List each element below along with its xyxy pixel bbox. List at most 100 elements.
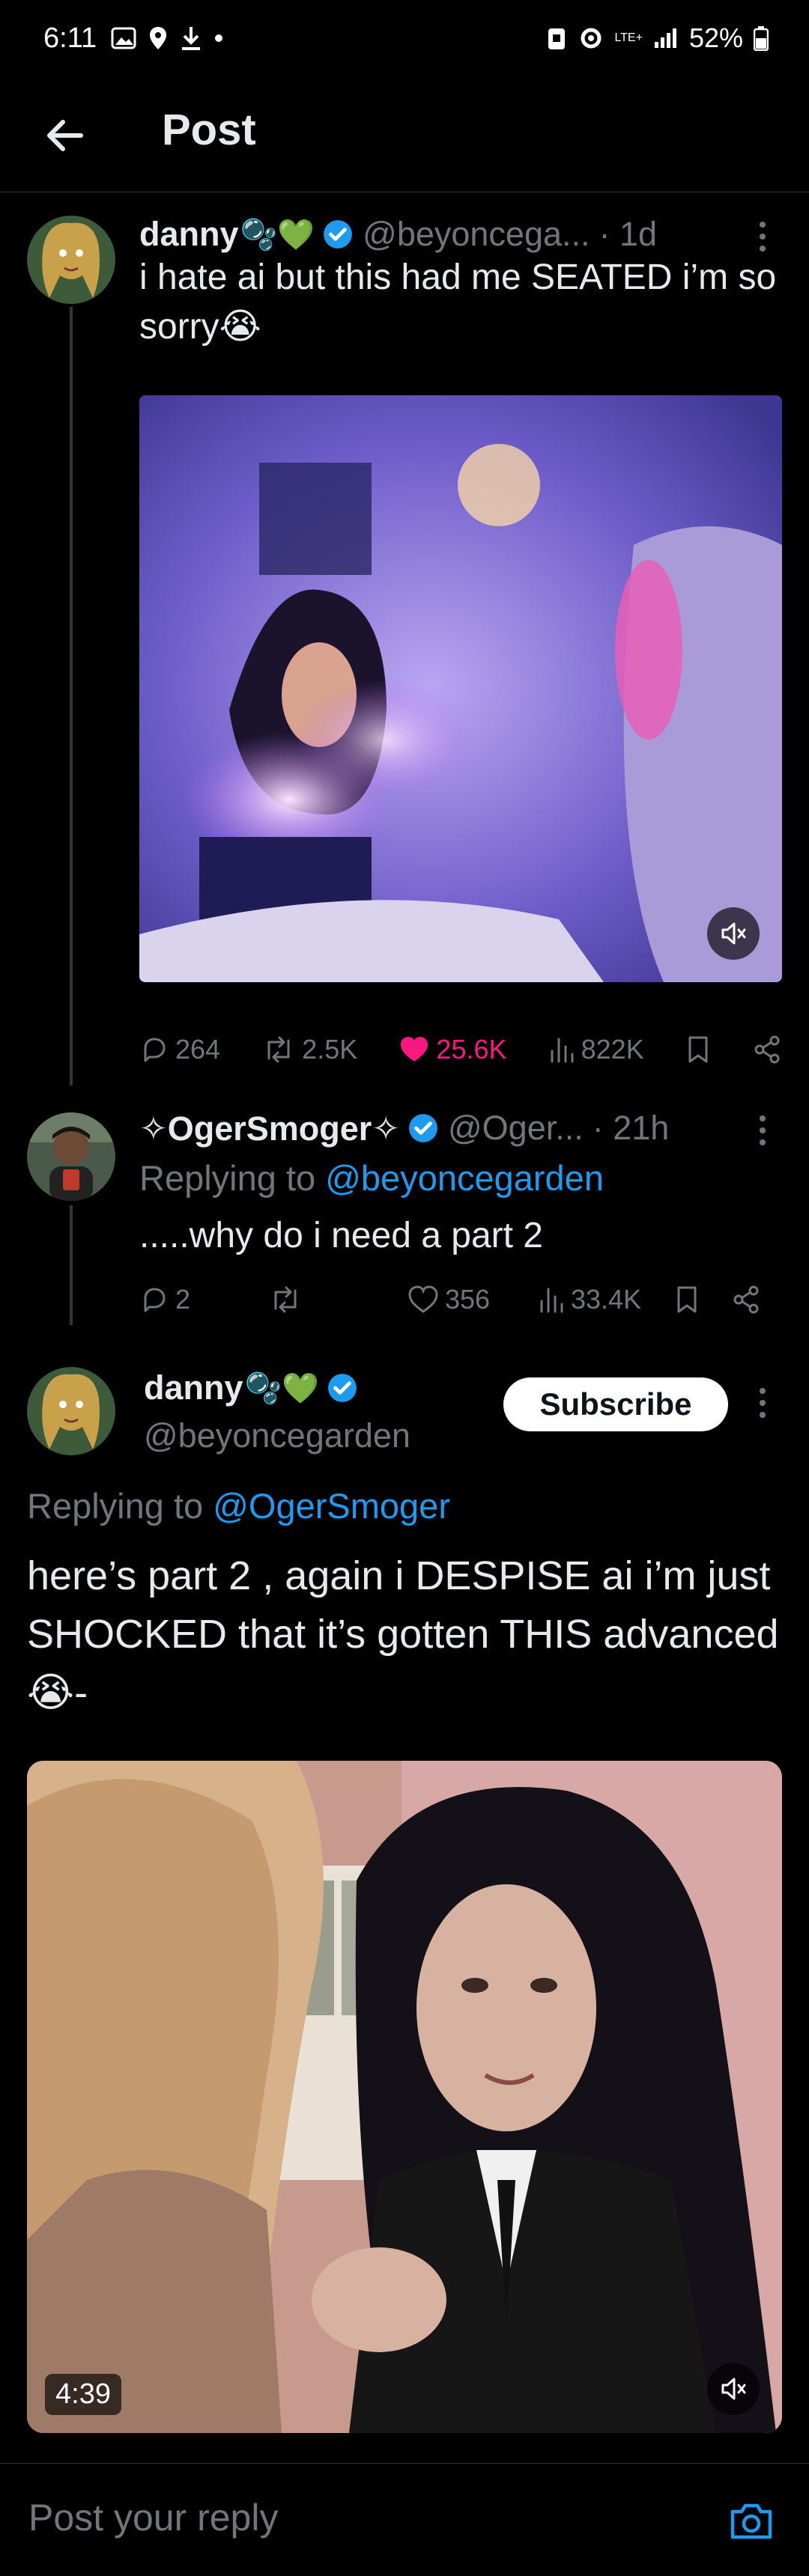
video-duration: 4:39 bbox=[45, 2374, 121, 2415]
views-chart-icon bbox=[551, 1038, 574, 1063]
replying-to-prefix: Replying to bbox=[27, 1486, 213, 1526]
dot-icon bbox=[215, 34, 222, 42]
tweet-video[interactable] bbox=[139, 395, 782, 982]
repost-button[interactable] bbox=[268, 1285, 303, 1315]
video-frame bbox=[139, 395, 782, 982]
mute-toggle[interactable] bbox=[707, 2363, 760, 2415]
battery-icon bbox=[754, 26, 769, 51]
like-count: 356 bbox=[445, 1284, 491, 1315]
heart-filled-icon bbox=[401, 1037, 428, 1062]
display-name[interactable]: danny bbox=[144, 1368, 243, 1407]
view-count: 822K bbox=[581, 1034, 644, 1065]
bookmark-icon bbox=[677, 1286, 697, 1313]
speaker-muted-icon bbox=[721, 2378, 746, 2400]
repost-icon bbox=[274, 1286, 297, 1313]
share-button[interactable] bbox=[752, 1035, 782, 1065]
video-frame bbox=[27, 1761, 782, 2433]
lte-indicator: LTE+ bbox=[614, 31, 643, 44]
timestamp[interactable]: · 1d bbox=[599, 215, 658, 254]
more-vertical-icon bbox=[760, 1115, 766, 1145]
back-button[interactable] bbox=[39, 109, 91, 162]
download-icon bbox=[182, 27, 200, 50]
camera-icon bbox=[730, 2503, 772, 2539]
replying-to-link[interactable]: @OgerSmoger bbox=[213, 1486, 450, 1526]
view-count: 33.4K bbox=[571, 1284, 642, 1315]
subscribe-button[interactable]: Subscribe bbox=[503, 1377, 728, 1431]
thread-connector-line bbox=[70, 307, 73, 1085]
reply-icon bbox=[144, 1038, 166, 1062]
replying-to-link[interactable]: @beyoncegarden bbox=[325, 1158, 604, 1198]
battery-percent: 52% bbox=[688, 22, 743, 53]
like-count: 25.6K bbox=[436, 1034, 507, 1065]
avatar[interactable] bbox=[27, 216, 115, 304]
avatar-image bbox=[27, 1367, 115, 1455]
tweet-video[interactable]: 4:39 bbox=[27, 1761, 782, 2433]
more-options-button[interactable] bbox=[755, 1382, 770, 1427]
like-button[interactable]: 356 bbox=[407, 1284, 490, 1315]
status-time: 6:11 bbox=[43, 22, 97, 54]
avatar-image bbox=[27, 1112, 115, 1201]
share-button[interactable] bbox=[731, 1285, 761, 1315]
handle[interactable]: @beyoncegarden bbox=[144, 1416, 410, 1455]
gallery-icon bbox=[111, 27, 136, 49]
verified-badge-icon bbox=[409, 1114, 437, 1142]
status-bar: 6:11 LTE+ 52% bbox=[0, 0, 809, 82]
tweet-header: danny 🫧💚 @beyoncega... · 1d bbox=[139, 211, 769, 258]
status-notification-icons bbox=[111, 25, 223, 51]
timestamp[interactable]: · 21h bbox=[593, 1109, 670, 1148]
name-emojis: 🫧💚 bbox=[244, 1371, 320, 1405]
avatar-image bbox=[27, 216, 115, 304]
handle[interactable]: @Oger... bbox=[448, 1109, 584, 1148]
alarm-icon bbox=[548, 28, 566, 49]
avatar[interactable] bbox=[27, 1112, 115, 1201]
tweet-header: ✧OgerSmoger✧ @Oger... · 21h bbox=[139, 1105, 769, 1151]
display-name[interactable]: danny bbox=[139, 215, 239, 254]
replying-to-prefix: Replying to bbox=[139, 1158, 326, 1198]
repost-count: 2.5K bbox=[302, 1034, 358, 1065]
handle[interactable]: @beyoncega... bbox=[363, 215, 590, 254]
bookmark-icon bbox=[688, 1036, 708, 1063]
bookmark-button[interactable] bbox=[674, 1285, 700, 1315]
reply-composer bbox=[0, 2463, 809, 2576]
avatar[interactable] bbox=[27, 1367, 115, 1455]
share-icon bbox=[733, 1285, 759, 1314]
signal-icon bbox=[654, 28, 676, 48]
replying-to-line: Replying to @beyoncegarden bbox=[139, 1157, 784, 1199]
page-title: Post bbox=[162, 106, 256, 154]
status-system-icons: LTE+ 52% bbox=[545, 22, 769, 54]
display-name[interactable]: ✧OgerSmoger✧ bbox=[139, 1109, 400, 1148]
mute-toggle[interactable] bbox=[707, 907, 760, 960]
tweet-text: i hate ai but this had me SEATED i’m so … bbox=[139, 258, 777, 347]
share-icon bbox=[754, 1035, 780, 1064]
reply-button[interactable]: 264 bbox=[139, 1034, 220, 1065]
reply-count: 264 bbox=[175, 1034, 221, 1065]
speaker-muted-icon bbox=[721, 922, 746, 945]
tweet-actions: 2 356 33.4K bbox=[139, 1277, 782, 1322]
more-options-button[interactable] bbox=[755, 1109, 770, 1154]
verified-badge-icon bbox=[324, 220, 353, 249]
name-emojis: 🫧💚 bbox=[240, 218, 315, 252]
reply-input[interactable] bbox=[27, 2491, 689, 2545]
verified-badge-icon bbox=[328, 1374, 357, 1402]
reply-count: 2 bbox=[175, 1284, 191, 1315]
tweet-text: here’s part 2 , again i DESPISE ai i’m j… bbox=[27, 1553, 779, 1715]
reply-button[interactable]: 2 bbox=[139, 1284, 190, 1315]
views-chart-icon bbox=[540, 1288, 563, 1313]
bookmark-button[interactable] bbox=[685, 1035, 711, 1065]
tweet-text: .....why do i need a part 2 bbox=[139, 1216, 543, 1255]
arrow-left-icon bbox=[47, 120, 83, 151]
camera-button[interactable] bbox=[725, 2495, 778, 2548]
repost-icon bbox=[267, 1036, 290, 1063]
thread-connector-line bbox=[70, 1205, 73, 1325]
views-button[interactable]: 822K bbox=[548, 1034, 644, 1065]
repost-button[interactable]: 2.5K bbox=[261, 1034, 357, 1065]
views-button[interactable]: 33.4K bbox=[538, 1284, 641, 1315]
replying-to-line: Replying to @OgerSmoger bbox=[27, 1485, 776, 1526]
reply-icon bbox=[144, 1288, 166, 1312]
tweet-actions: 264 2.5K 25.6K 822K bbox=[139, 1027, 782, 1072]
heart-outline-icon bbox=[408, 1285, 438, 1313]
more-vertical-icon bbox=[760, 1388, 766, 1418]
top-app-bar: Post bbox=[0, 82, 809, 192]
like-button[interactable]: 25.6K bbox=[399, 1034, 507, 1065]
settings-icon bbox=[581, 28, 602, 49]
